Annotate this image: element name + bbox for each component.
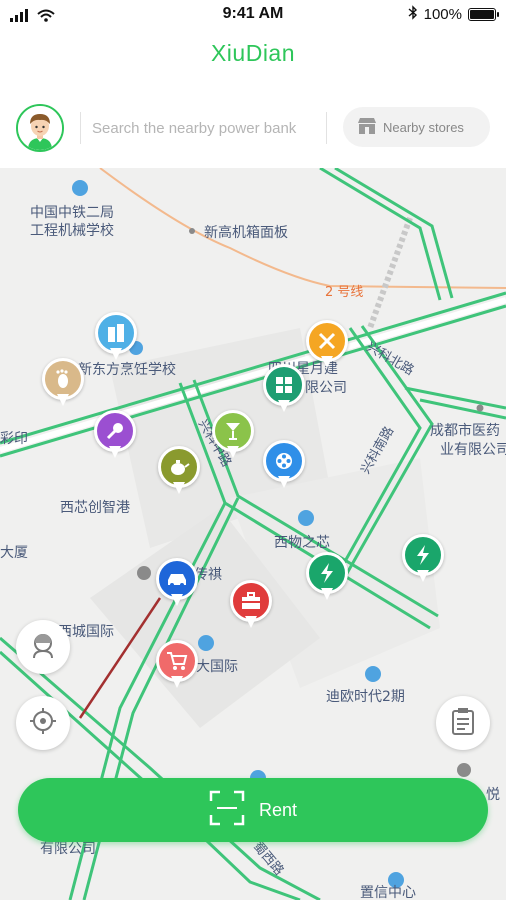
nearby-stores-label: Nearby stores: [383, 119, 464, 135]
battery-percent: 100%: [423, 6, 462, 23]
map-label: 悦: [486, 787, 500, 803]
toolbox-pin[interactable]: [230, 580, 272, 632]
clipboard-icon: [451, 707, 475, 740]
map-label: 迪欧时代2期: [326, 689, 405, 705]
map-label: 彩印: [0, 431, 28, 447]
search-input[interactable]: [92, 116, 322, 140]
locate-button[interactable]: [16, 696, 70, 750]
map-label: 成都市医药: [430, 423, 500, 439]
building-pin[interactable]: [95, 312, 137, 364]
customer-service-button[interactable]: [16, 620, 70, 674]
rent-label: Rent: [258, 799, 298, 820]
battery-icon: [468, 8, 499, 21]
map-label: 大国际: [196, 659, 238, 675]
map-label: 业有限公司: [440, 442, 506, 458]
status-right: 100%: [408, 5, 499, 24]
charge-pin-1[interactable]: [306, 552, 348, 604]
map-label: 传祺: [194, 567, 222, 583]
customer-service-icon: [29, 631, 57, 664]
footprint-pin[interactable]: [42, 358, 84, 410]
status-bar: 9:41 AM 100%: [0, 0, 506, 30]
map-label: 西芯创智港: [60, 500, 130, 516]
scan-icon: [209, 790, 245, 831]
search-row: Nearby stores: [0, 98, 506, 160]
orders-button[interactable]: [436, 696, 490, 750]
divider: [80, 112, 81, 144]
food-pin[interactable]: [306, 320, 348, 372]
user-avatar[interactable]: [16, 104, 64, 152]
store-pin[interactable]: [263, 364, 305, 416]
map-label: 大厦: [0, 545, 28, 561]
map-label: 中国中铁二局: [30, 205, 114, 221]
app-title: XiuDian: [210, 40, 296, 66]
karaoke-pin[interactable]: [94, 410, 136, 462]
map-label: 工程机械学校: [30, 223, 114, 239]
divider: [326, 112, 327, 144]
charge-pin-2[interactable]: [402, 534, 444, 586]
store-icon: [357, 117, 377, 138]
map-label: 置信中心: [360, 885, 416, 900]
bluetooth-icon: [408, 5, 418, 24]
tea-pin[interactable]: [158, 446, 200, 498]
map-label: 新高机箱面板: [204, 225, 288, 241]
rent-button[interactable]: Rent: [18, 778, 488, 842]
drink-pin[interactable]: [212, 410, 254, 462]
car-pin[interactable]: [156, 558, 198, 610]
crosshair-icon: [29, 707, 57, 740]
metro-line-label: 2 号线: [325, 285, 364, 300]
map-label: 限公司: [305, 380, 347, 396]
nearby-stores-button[interactable]: Nearby stores: [343, 107, 490, 147]
avatar-icon: [18, 106, 62, 150]
film-pin[interactable]: [263, 440, 305, 492]
map-label: 西物之芯: [274, 535, 330, 551]
cart-pin[interactable]: [156, 640, 198, 692]
